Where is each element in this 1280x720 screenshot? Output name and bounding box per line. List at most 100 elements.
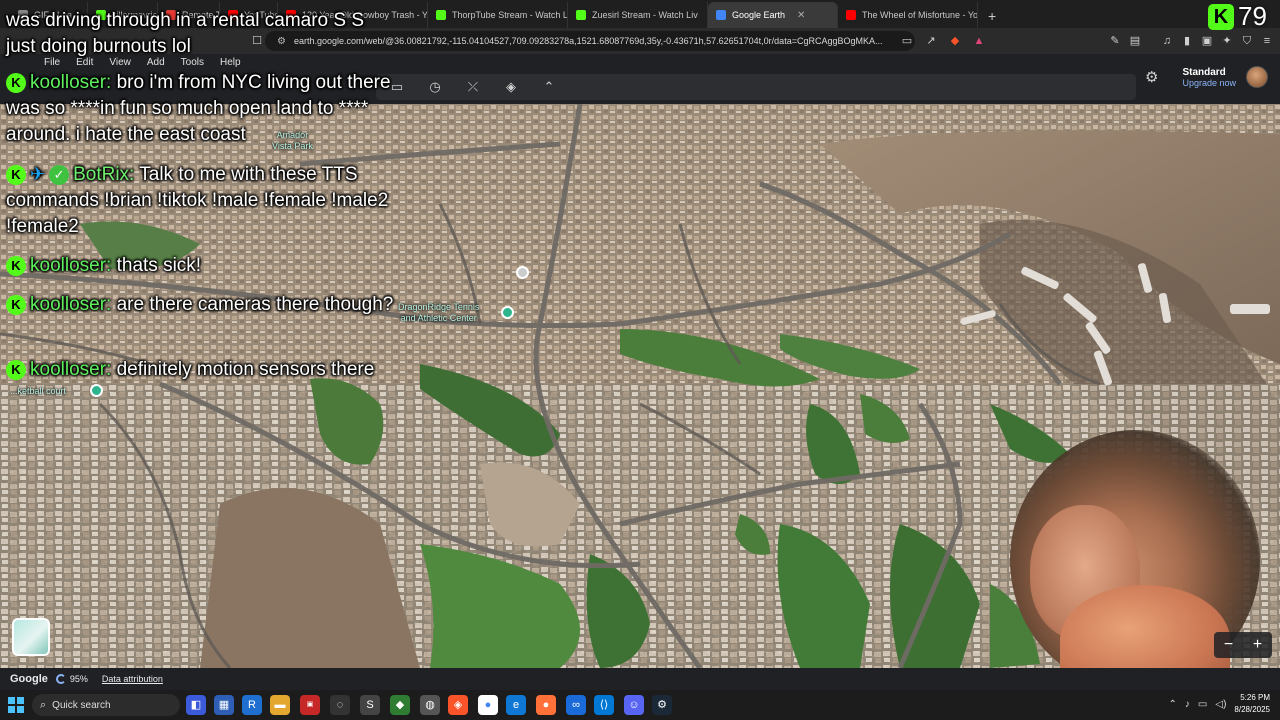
- taskbar-app-icon[interactable]: S: [360, 695, 380, 715]
- earth-toolbar: ▭ ◷ ⤫ ◈ ⌃: [376, 74, 1136, 100]
- chat-username: koolloser:: [30, 359, 112, 380]
- taskbar-search[interactable]: ⌕ Quick search: [32, 694, 180, 716]
- brave-shield-icon[interactable]: ◆: [948, 34, 962, 48]
- zoom-in-button[interactable]: +: [1253, 636, 1262, 654]
- verified-badge-icon: ✓: [49, 165, 70, 185]
- collapse-icon[interactable]: ⌃: [538, 79, 560, 95]
- chat-message: Kkoolloser: bro i'm from NYC living out …: [6, 70, 396, 148]
- discord-icon[interactable]: ☺: [624, 695, 644, 715]
- earth-status-bar: Google 95% Data attribution: [0, 668, 1280, 690]
- firefox-icon[interactable]: ●: [536, 695, 556, 715]
- brave-browser-icon[interactable]: ◈: [448, 695, 468, 715]
- clock-date: 8/28/2025: [1234, 705, 1270, 714]
- taskbar-app-icon[interactable]: ◆: [390, 695, 410, 715]
- layers-icon[interactable]: ◈: [500, 79, 522, 95]
- taskbar-app-icon[interactable]: ▣: [300, 695, 320, 715]
- chat-message: was driving through in a rental camaro S…: [6, 8, 396, 60]
- twitter-badge-icon: ✈: [30, 164, 46, 184]
- leo-ai-icon[interactable]: ✦: [1220, 34, 1234, 48]
- tab-label: ThorpTube Stream - Watch Liv: [452, 10, 568, 20]
- windows-taskbar: ⌕ Quick search ◧ ▦ R ▬ ▣ ◌ S ◆ ◍ ◈ ● e ●…: [0, 690, 1280, 720]
- loading-indicator: 95%: [55, 674, 88, 684]
- chat-username: koolloser:: [30, 255, 112, 276]
- sidebar-icon[interactable]: ▮: [1180, 34, 1194, 48]
- microphone-icon[interactable]: ♪: [1185, 699, 1190, 710]
- account-text: Standard Upgrade now: [1182, 67, 1236, 88]
- map-label-basketball-court[interactable]: ...ketball court: [10, 386, 66, 397]
- chat-username: koolloser:: [30, 294, 112, 315]
- account-area: ⚙ Standard Upgrade now: [1145, 66, 1268, 88]
- vpn-icon[interactable]: ⛉: [1240, 34, 1254, 48]
- windows-start-icon[interactable]: [8, 697, 24, 713]
- taskbar-app-icon[interactable]: ◍: [420, 695, 440, 715]
- chat-message: Kkoolloser: definitely motion sensors th…: [6, 357, 396, 383]
- reader-icon[interactable]: ▤: [1128, 34, 1142, 48]
- measure-icon[interactable]: ⤫: [462, 79, 484, 95]
- screen-cast-icon[interactable]: ▭: [900, 34, 914, 48]
- taskbar-clock[interactable]: 5:26 PM 8/28/2025: [1234, 692, 1270, 716]
- chat-username: BotRix:: [73, 164, 135, 185]
- basketball-court-pin-icon[interactable]: [90, 384, 103, 397]
- wallet-icon[interactable]: ▣: [1200, 34, 1214, 48]
- loading-percent: 95%: [69, 674, 88, 684]
- chat-text: thats sick!: [116, 255, 202, 276]
- browser-tab[interactable]: Google Earth ✕: [708, 2, 838, 28]
- tab-favicon-icon: [576, 10, 586, 20]
- taskbar-app-icon[interactable]: ∞: [566, 695, 586, 715]
- browser-tab[interactable]: Zuesirl Stream - Watch Liv: [568, 2, 708, 28]
- share-icon[interactable]: ↗: [924, 34, 938, 48]
- tab-favicon-icon: [846, 10, 856, 20]
- edge-icon[interactable]: e: [506, 695, 526, 715]
- steam-icon[interactable]: ⚙: [652, 695, 672, 715]
- clock-time: 5:26 PM: [1240, 693, 1270, 702]
- tab-label: Google Earth: [732, 10, 786, 20]
- kick-badge-icon: K: [6, 256, 26, 276]
- location-pin-icon[interactable]: [516, 266, 529, 279]
- file-explorer-icon[interactable]: ▬: [270, 695, 290, 715]
- brave-rewards-icon[interactable]: ▲: [972, 34, 986, 48]
- tab-label: The Wheel of Misfortune - You: [862, 10, 978, 20]
- viewer-count: 79: [1238, 1, 1267, 31]
- chat-username: koolloser:: [30, 72, 112, 93]
- tab-favicon-icon: [436, 10, 446, 20]
- volume-icon[interactable]: ◁): [1215, 699, 1226, 710]
- close-tab-icon[interactable]: ✕: [797, 10, 805, 21]
- chat-message: K ✈ ✓ BotRix: Talk to me with these TTS com…: [6, 161, 396, 240]
- chat-message: Kkoolloser: thats sick!: [6, 253, 396, 279]
- system-tray: ⌃ ♪ ▭ ◁) 5:26 PM 8/28/2025: [1169, 692, 1270, 716]
- kick-badge-icon: K: [6, 360, 26, 380]
- new-tab-button[interactable]: +: [978, 8, 1006, 28]
- basketball-label-text: ...ketball court: [10, 386, 67, 396]
- extensions-icon[interactable]: ✎: [1108, 34, 1122, 48]
- chat-message: Kkoolloser: are there cameras there thou…: [6, 292, 396, 318]
- kick-logo-icon: K: [1208, 4, 1234, 30]
- map-label-dragonridge[interactable]: DragonRidge Tennis and Athletic Center: [398, 302, 479, 324]
- data-attribution-link[interactable]: Data attribution: [102, 674, 163, 684]
- map-style-button[interactable]: [12, 618, 50, 656]
- upgrade-link[interactable]: Upgrade now: [1182, 78, 1236, 88]
- loading-ring-icon: [55, 674, 66, 684]
- media-icon[interactable]: ♫: [1160, 34, 1174, 48]
- network-icon[interactable]: ▭: [1198, 699, 1207, 710]
- vscode-icon[interactable]: ⟨⟩: [594, 695, 614, 715]
- history-icon[interactable]: ◷: [424, 79, 446, 95]
- chat-text: was driving through in a rental camaro S…: [6, 10, 365, 57]
- tab-favicon-icon: [716, 10, 726, 20]
- menu-icon[interactable]: ≡: [1260, 34, 1274, 48]
- browser-tab[interactable]: ThorpTube Stream - Watch Liv: [428, 2, 568, 28]
- settings-gear-icon[interactable]: ⚙: [1145, 68, 1158, 86]
- avatar[interactable]: [1246, 66, 1268, 88]
- taskbar-app-icon[interactable]: ◧: [186, 695, 206, 715]
- taskbar-app-icon[interactable]: R: [242, 695, 262, 715]
- chevron-up-icon[interactable]: ⌃: [1169, 699, 1177, 710]
- zoom-out-button[interactable]: −: [1224, 636, 1233, 654]
- search-icon: ⌕: [40, 698, 47, 711]
- chat-text: definitely motion sensors there: [116, 359, 375, 380]
- taskbar-app-icon[interactable]: ◌: [330, 695, 350, 715]
- tab-label: Zuesirl Stream - Watch Liv: [592, 10, 698, 20]
- taskbar-app-icon[interactable]: ▦: [214, 695, 234, 715]
- browser-tab[interactable]: The Wheel of Misfortune - You: [838, 2, 978, 28]
- kick-badge-icon: K: [6, 165, 26, 185]
- chrome-icon[interactable]: ●: [478, 695, 498, 715]
- tennis-center-pin-icon[interactable]: [501, 306, 514, 319]
